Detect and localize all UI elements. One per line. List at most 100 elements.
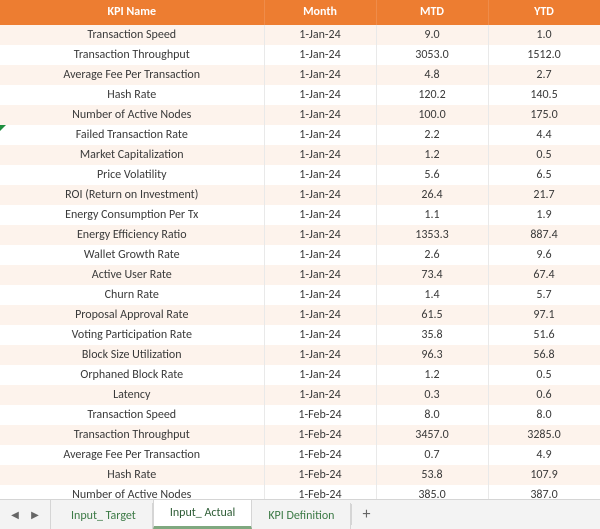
cell-ytd[interactable]: 175.0: [488, 105, 600, 125]
table-row[interactable]: Latency1-Jan-240.30.6: [0, 385, 600, 405]
cell-month[interactable]: 1-Feb-24: [264, 485, 376, 500]
cell-kpi-name[interactable]: Transaction Throughput: [0, 425, 264, 445]
cell-kpi-name[interactable]: Latency: [0, 385, 264, 405]
cell-ytd[interactable]: 4.9: [488, 445, 600, 465]
cell-month[interactable]: 1-Jan-24: [264, 185, 376, 205]
cell-mtd[interactable]: 120.2: [376, 85, 488, 105]
table-row[interactable]: Number of Active Nodes1-Feb-24385.0387.0: [0, 485, 600, 500]
cell-month[interactable]: 1-Feb-24: [264, 425, 376, 445]
header-mtd[interactable]: MTD: [376, 0, 488, 25]
cell-kpi-name[interactable]: Failed Transaction Rate: [0, 125, 264, 145]
cell-ytd[interactable]: 8.0: [488, 405, 600, 425]
table-row[interactable]: Transaction Speed1-Feb-248.08.0: [0, 405, 600, 425]
table-row[interactable]: Transaction Throughput1-Feb-243457.03285…: [0, 425, 600, 445]
cell-ytd[interactable]: 107.9: [488, 465, 600, 485]
table-row[interactable]: Active User Rate1-Jan-2473.467.4: [0, 265, 600, 285]
sheet-tab[interactable]: Input_ Actual: [153, 499, 253, 529]
cell-kpi-name[interactable]: Hash Rate: [0, 85, 264, 105]
cell-mtd[interactable]: 5.6: [376, 165, 488, 185]
cell-kpi-name[interactable]: Active User Rate: [0, 265, 264, 285]
cell-mtd[interactable]: 35.8: [376, 325, 488, 345]
cell-mtd[interactable]: 26.4: [376, 185, 488, 205]
table-row[interactable]: Voting Participation Rate1-Jan-2435.851.…: [0, 325, 600, 345]
cell-ytd[interactable]: 97.1: [488, 305, 600, 325]
cell-month[interactable]: 1-Jan-24: [264, 305, 376, 325]
cell-kpi-name[interactable]: Churn Rate: [0, 285, 264, 305]
cell-month[interactable]: 1-Feb-24: [264, 405, 376, 425]
cell-kpi-name[interactable]: Transaction Speed: [0, 25, 264, 45]
cell-kpi-name[interactable]: Proposal Approval Rate: [0, 305, 264, 325]
cell-mtd[interactable]: 0.3: [376, 385, 488, 405]
cell-ytd[interactable]: 887.4: [488, 225, 600, 245]
cell-mtd[interactable]: 1353.3: [376, 225, 488, 245]
header-month[interactable]: Month: [264, 0, 376, 25]
cell-ytd[interactable]: 0.6: [488, 385, 600, 405]
cell-mtd[interactable]: 1.1: [376, 205, 488, 225]
cell-ytd[interactable]: 51.6: [488, 325, 600, 345]
header-name[interactable]: KPI Name: [0, 0, 264, 25]
cell-mtd[interactable]: 9.0: [376, 25, 488, 45]
cell-kpi-name[interactable]: Energy Efficiency Ratio: [0, 225, 264, 245]
header-ytd[interactable]: YTD: [488, 0, 600, 25]
cell-ytd[interactable]: 387.0: [488, 485, 600, 500]
sheet-tab[interactable]: Input_ Target: [55, 503, 153, 529]
table-row[interactable]: Orphaned Block Rate1-Jan-241.20.5: [0, 365, 600, 385]
cell-mtd[interactable]: 4.8: [376, 65, 488, 85]
cell-ytd[interactable]: 0.5: [488, 145, 600, 165]
table-row[interactable]: Number of Active Nodes1-Jan-24100.0175.0: [0, 105, 600, 125]
cell-mtd[interactable]: 2.2: [376, 125, 488, 145]
cell-month[interactable]: 1-Jan-24: [264, 125, 376, 145]
cell-mtd[interactable]: 73.4: [376, 265, 488, 285]
cell-kpi-name[interactable]: Number of Active Nodes: [0, 105, 264, 125]
table-row[interactable]: Hash Rate1-Feb-2453.8107.9: [0, 465, 600, 485]
cell-kpi-name[interactable]: Wallet Growth Rate: [0, 245, 264, 265]
cell-month[interactable]: 1-Jan-24: [264, 245, 376, 265]
cell-kpi-name[interactable]: Energy Consumption Per Tx: [0, 205, 264, 225]
cell-kpi-name[interactable]: ROI (Return on Investment): [0, 185, 264, 205]
cell-mtd[interactable]: 96.3: [376, 345, 488, 365]
cell-month[interactable]: 1-Jan-24: [264, 65, 376, 85]
cell-mtd[interactable]: 1.2: [376, 365, 488, 385]
cell-month[interactable]: 1-Jan-24: [264, 205, 376, 225]
cell-ytd[interactable]: 0.5: [488, 365, 600, 385]
cell-month[interactable]: 1-Jan-24: [264, 365, 376, 385]
cell-ytd[interactable]: 5.7: [488, 285, 600, 305]
cell-month[interactable]: 1-Jan-24: [264, 325, 376, 345]
cell-month[interactable]: 1-Jan-24: [264, 85, 376, 105]
cell-ytd[interactable]: 1512.0: [488, 45, 600, 65]
cell-kpi-name[interactable]: Number of Active Nodes: [0, 485, 264, 500]
cell-ytd[interactable]: 1.0: [488, 25, 600, 45]
cell-mtd[interactable]: 3053.0: [376, 45, 488, 65]
cell-month[interactable]: 1-Feb-24: [264, 445, 376, 465]
cell-month[interactable]: 1-Jan-24: [264, 285, 376, 305]
cell-month[interactable]: 1-Jan-24: [264, 225, 376, 245]
cell-ytd[interactable]: 56.8: [488, 345, 600, 365]
cell-month[interactable]: 1-Jan-24: [264, 25, 376, 45]
cell-ytd[interactable]: 3285.0: [488, 425, 600, 445]
table-row[interactable]: Market Capitalization1-Jan-241.20.5: [0, 145, 600, 165]
cell-kpi-name[interactable]: Transaction Throughput: [0, 45, 264, 65]
cell-ytd[interactable]: 140.5: [488, 85, 600, 105]
cell-month[interactable]: 1-Jan-24: [264, 165, 376, 185]
table-row[interactable]: Hash Rate1-Jan-24120.2140.5: [0, 85, 600, 105]
table-row[interactable]: Wallet Growth Rate1-Jan-242.69.6: [0, 245, 600, 265]
cell-mtd[interactable]: 1.4: [376, 285, 488, 305]
cell-mtd[interactable]: 100.0: [376, 105, 488, 125]
cell-month[interactable]: 1-Jan-24: [264, 345, 376, 365]
cell-ytd[interactable]: 1.9: [488, 205, 600, 225]
table-row[interactable]: Failed Transaction Rate1-Jan-242.24.4: [0, 125, 600, 145]
cell-month[interactable]: 1-Jan-24: [264, 385, 376, 405]
cell-ytd[interactable]: 6.5: [488, 165, 600, 185]
table-row[interactable]: Transaction Throughput1-Jan-243053.01512…: [0, 45, 600, 65]
cell-ytd[interactable]: 2.7: [488, 65, 600, 85]
cell-kpi-name[interactable]: Hash Rate: [0, 465, 264, 485]
cell-kpi-name[interactable]: Average Fee Per Transaction: [0, 445, 264, 465]
add-sheet-button[interactable]: +: [352, 500, 380, 529]
table-row[interactable]: Transaction Speed1-Jan-249.01.0: [0, 25, 600, 45]
cell-month[interactable]: 1-Jan-24: [264, 145, 376, 165]
cell-month[interactable]: 1-Jan-24: [264, 265, 376, 285]
sheet-tab[interactable]: KPI Definition: [252, 503, 351, 529]
cell-ytd[interactable]: 4.4: [488, 125, 600, 145]
cell-mtd[interactable]: 2.6: [376, 245, 488, 265]
cell-mtd[interactable]: 8.0: [376, 405, 488, 425]
